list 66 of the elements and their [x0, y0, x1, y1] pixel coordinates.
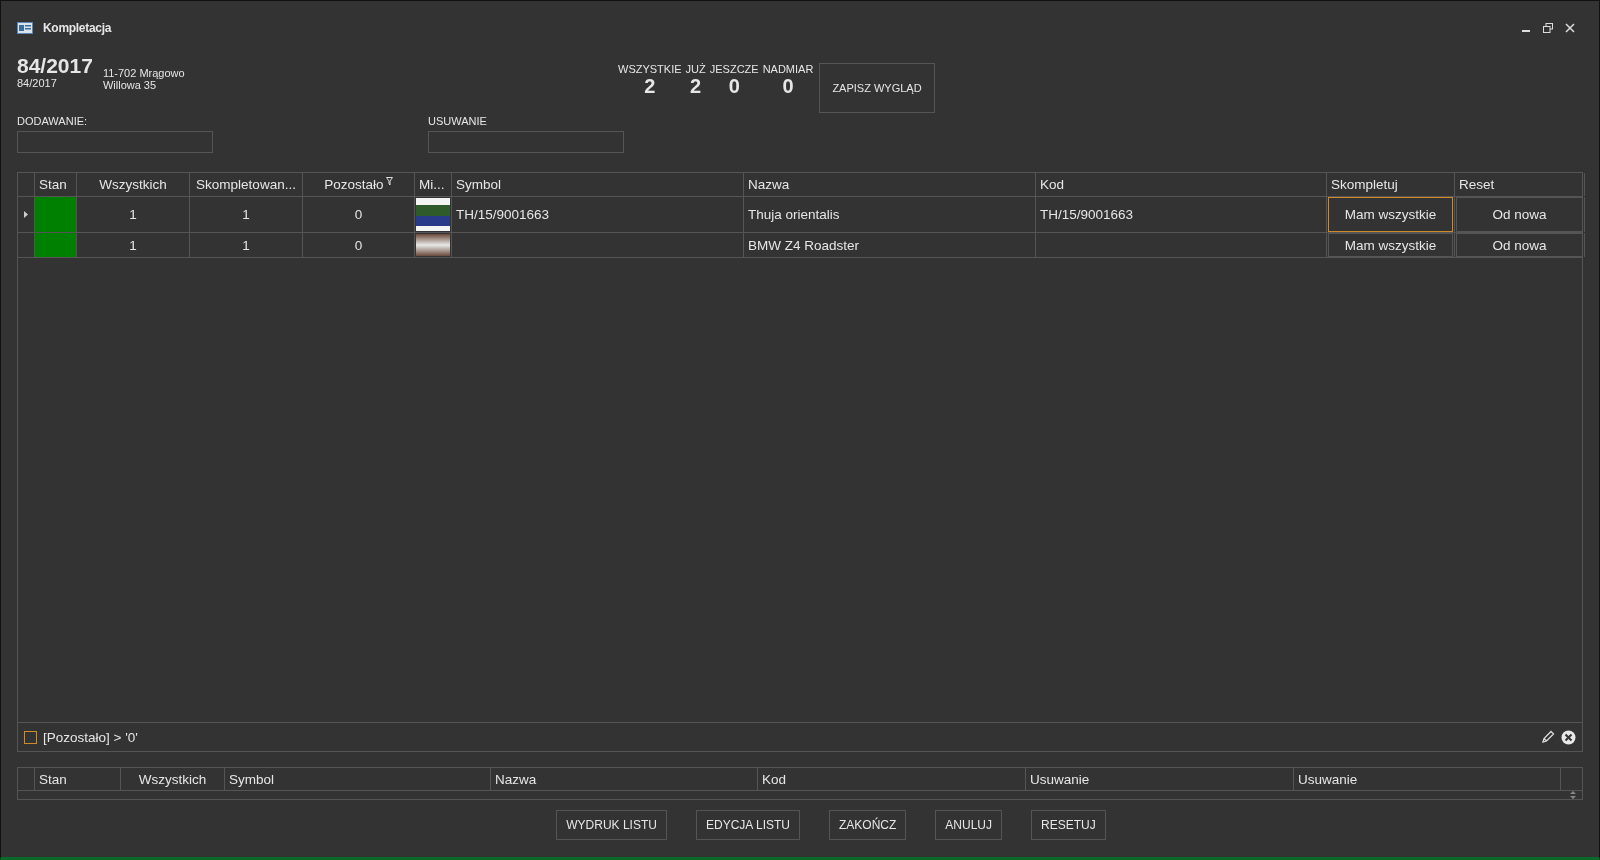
column-header[interactable]: Mi... — [419, 177, 445, 192]
table-cell: 1 — [129, 237, 137, 253]
photo-placeholder — [416, 198, 450, 231]
table-cell: 1 — [129, 207, 137, 222]
document-subnumber: 84/2017 — [17, 77, 58, 89]
counter-label: NADMIAR — [762, 63, 814, 75]
filter-checkbox[interactable] — [24, 730, 37, 744]
address-line: Willowa 35 — [102, 79, 158, 91]
column-header[interactable]: Stan — [39, 771, 67, 787]
footer-button[interactable]: EDYCJA LISTU — [695, 810, 800, 840]
table-cell: TH/15/9001663 — [1040, 207, 1134, 222]
counter-value: 2 — [644, 75, 656, 98]
close-icon[interactable] — [1565, 23, 1575, 33]
table-cell: 0 — [354, 237, 363, 253]
column-header[interactable]: Pozostało — [324, 177, 384, 192]
window-title: Kompletacja — [43, 21, 112, 35]
counter-label: WSZYSTKIE — [618, 63, 682, 75]
footer-button[interactable]: RESETUJ — [1031, 810, 1106, 840]
table-cell: 1 — [242, 207, 250, 222]
counter-value: 0 — [728, 75, 740, 98]
table-cell: TH/15/9001663 — [456, 207, 550, 222]
column-header[interactable]: Nazwa — [495, 771, 537, 787]
column-header[interactable]: Stan — [39, 177, 67, 192]
counter-value: 2 — [690, 75, 702, 98]
counter-label: JUŻ — [685, 63, 706, 75]
document-number: 84/2017 — [17, 55, 93, 77]
column-header[interactable]: Symbol — [456, 177, 501, 192]
column-header[interactable]: Kod — [1040, 177, 1065, 192]
counter-value: 0 — [782, 75, 794, 98]
footer-button[interactable]: ZAKOŃCZ — [829, 810, 907, 840]
filter-icon[interactable] — [385, 177, 393, 186]
reset-button[interactable]: Od nowa — [1456, 197, 1583, 232]
footer-button[interactable]: WYDRUK LISTU — [556, 810, 667, 840]
reset-button[interactable]: Od nowa — [1456, 233, 1583, 257]
field-label: USUWANIE — [428, 115, 488, 127]
clear-filter-icon[interactable] — [1561, 729, 1576, 745]
input-field[interactable] — [428, 131, 624, 153]
column-header[interactable]: Nazwa — [748, 177, 790, 192]
footer-button[interactable]: ANULUJ — [935, 810, 1003, 840]
field-label: DODAWANIE: — [17, 115, 89, 127]
column-header[interactable]: Usuwanie — [1298, 771, 1358, 787]
table-cell: 1 — [242, 237, 250, 253]
filter-text: [Pozostało] > '0' — [43, 729, 138, 745]
complete-button[interactable]: Mam wszystkie — [1328, 233, 1453, 257]
column-header[interactable]: Wszystkich — [138, 771, 207, 787]
pencil-icon[interactable] — [1541, 730, 1555, 744]
restore-icon[interactable] — [1543, 23, 1553, 33]
photo-placeholder — [416, 234, 450, 256]
address-line: 11-702 Mrągowo — [102, 67, 185, 79]
current-row-icon — [24, 211, 28, 218]
input-field[interactable] — [17, 131, 213, 153]
table-cell: BMW Z4 Roadster — [748, 237, 860, 253]
column-header[interactable]: Wszystkich — [99, 177, 167, 192]
column-header[interactable]: Usuwanie — [1030, 771, 1090, 787]
counter-label: JESZCZE — [709, 63, 759, 75]
column-header[interactable]: Kod — [762, 771, 787, 787]
save-layout-button[interactable]: ZAPISZ WYGLĄD — [819, 63, 935, 113]
scroll-arrows-icon[interactable] — [1570, 791, 1576, 799]
column-header[interactable]: Symbol — [229, 771, 274, 787]
column-header[interactable]: Reset — [1459, 177, 1495, 192]
table-cell: Thuja orientalis — [748, 207, 840, 222]
table-cell: 0 — [354, 207, 363, 222]
column-header[interactable]: Skompletuj — [1331, 177, 1398, 192]
window-icon — [17, 22, 33, 34]
complete-button[interactable]: Mam wszystkie — [1328, 197, 1453, 232]
column-header[interactable]: Skompletowan... — [196, 177, 296, 192]
